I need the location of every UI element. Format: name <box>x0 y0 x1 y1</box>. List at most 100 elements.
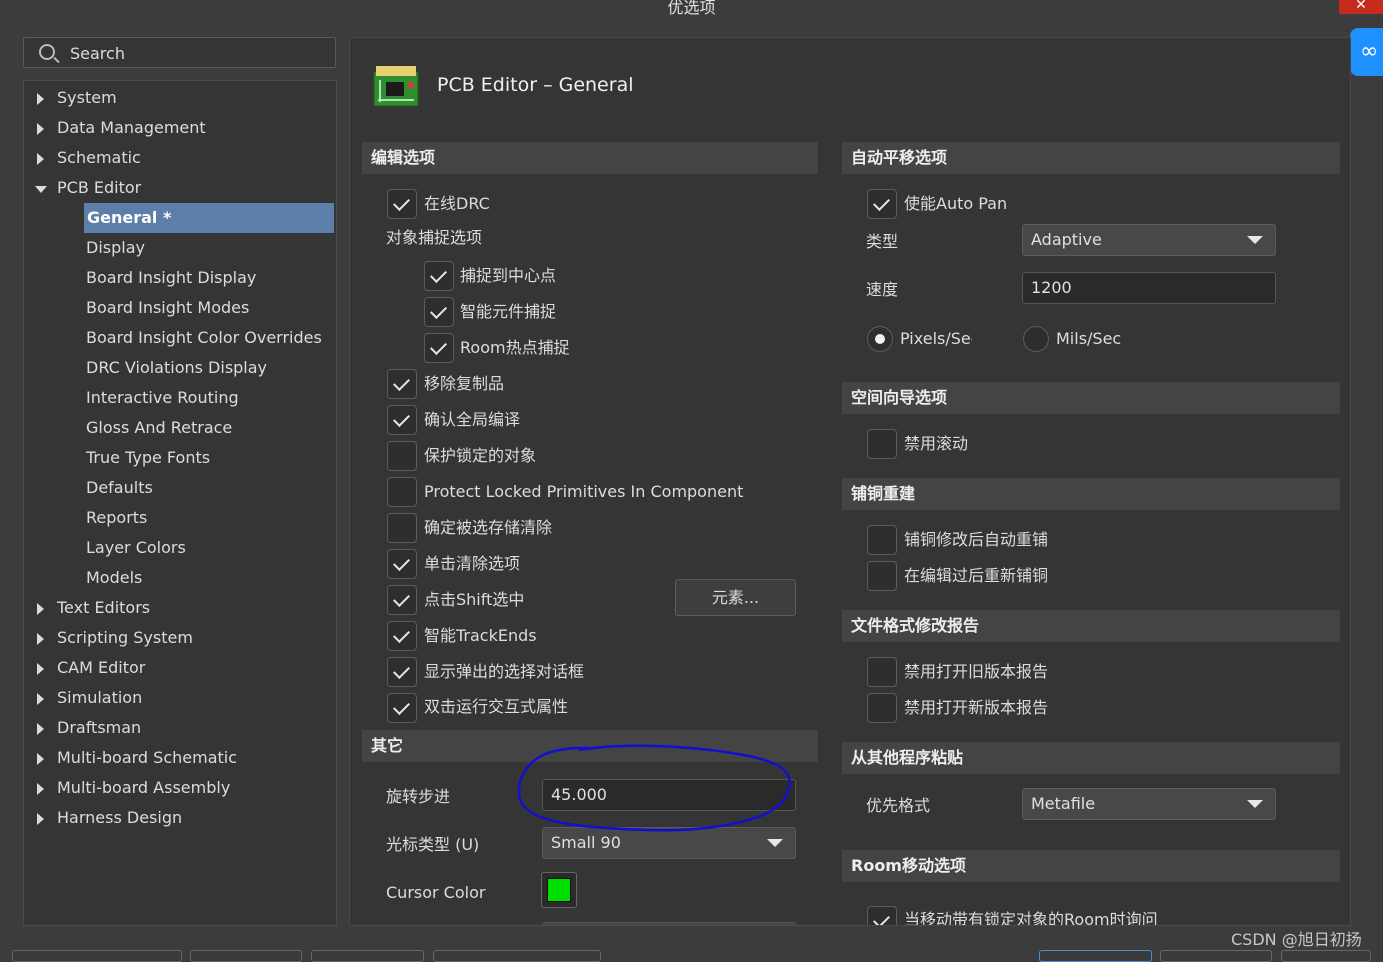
settings-panel: PCB Editor – General 编辑选项 在线DRC 对象捕捉选项 捕… <box>349 37 1351 926</box>
tree-item-label: Multi-board Schematic <box>57 748 238 767</box>
snap-options-label: 对象捕捉选项 <box>386 228 483 247</box>
expand-right-arrow-icon[interactable] <box>37 693 44 705</box>
tree-item[interactable]: Reports <box>24 503 334 533</box>
repour-after-edit-checkbox[interactable] <box>867 561 897 591</box>
expand-right-arrow-icon[interactable] <box>37 663 44 675</box>
tree-item[interactable]: PCB Editor <box>24 173 334 203</box>
tree-item[interactable]: Multi-board Assembly <box>24 773 334 803</box>
online-drc-checkbox[interactable] <box>387 189 417 219</box>
pixels-per-sec-radio[interactable] <box>867 326 893 352</box>
ok-button[interactable] <box>1039 950 1152 962</box>
tree-item[interactable]: Layer Colors <box>24 533 334 563</box>
pcb-board-icon <box>373 66 419 107</box>
disable-old-report-checkbox[interactable] <box>867 657 897 687</box>
autopan-type-label: 类型 <box>866 232 899 251</box>
tree-item[interactable]: Multi-board Schematic <box>24 743 334 773</box>
tree-item-label: Models <box>86 568 143 587</box>
expand-right-arrow-icon[interactable] <box>37 633 44 645</box>
expand-right-arrow-icon[interactable] <box>37 723 44 735</box>
preferences-tree[interactable]: System Data Management Schematic PCB Editor… <box>23 80 337 926</box>
autopan-type-select[interactable]: Adaptive <box>1022 224 1276 256</box>
tree-item[interactable]: Simulation <box>24 683 334 713</box>
bottom-button[interactable] <box>12 950 182 962</box>
elements-button[interactable]: 元素... <box>675 579 796 616</box>
confirm-selection-memory-clear-checkbox[interactable] <box>387 513 417 543</box>
tree-item[interactable]: General * <box>84 203 334 233</box>
tree-item[interactable]: Interactive Routing <box>24 383 334 413</box>
double-click-inspector-checkbox[interactable] <box>387 693 417 723</box>
ask-locked-room-checkbox[interactable] <box>867 906 897 925</box>
tree-item[interactable]: Schematic <box>24 143 334 173</box>
bottom-button[interactable] <box>311 950 424 962</box>
smart-component-snap-checkbox[interactable] <box>424 297 454 327</box>
enable-autopan-checkbox[interactable] <box>867 189 897 219</box>
expand-right-arrow-icon[interactable] <box>37 813 44 825</box>
tree-item[interactable]: Models <box>24 563 334 593</box>
autopan-type-value: Adaptive <box>1031 230 1102 249</box>
remove-duplicates-label: 移除复制品 <box>424 374 505 393</box>
tree-item-label: Layer Colors <box>86 538 186 557</box>
tree-item[interactable]: Display <box>24 233 334 263</box>
expand-down-arrow-icon[interactable] <box>35 186 47 193</box>
tree-item[interactable]: Harness Design <box>24 803 334 833</box>
expand-right-arrow-icon[interactable] <box>37 753 44 765</box>
tree-item[interactable]: Defaults <box>24 473 334 503</box>
smart-component-snap-label: 智能元件捕捉 <box>460 302 557 321</box>
bottom-button[interactable] <box>190 950 302 962</box>
tree-item-label: General * <box>87 208 172 227</box>
click-clears-selection-checkbox[interactable] <box>387 549 417 579</box>
next-field-partial[interactable] <box>542 922 796 925</box>
show-popup-selection-checkbox[interactable] <box>387 657 417 687</box>
mils-per-sec-radio[interactable] <box>1023 326 1049 352</box>
tree-item[interactable]: Draftsman <box>24 713 334 743</box>
tree-item[interactable]: System <box>24 83 334 113</box>
cursor-color-picker[interactable] <box>541 872 577 908</box>
tree-item[interactable]: Board Insight Display <box>24 263 334 293</box>
expand-right-arrow-icon[interactable] <box>37 153 44 165</box>
search-box[interactable] <box>23 37 336 68</box>
tree-item[interactable]: Data Management <box>24 113 334 143</box>
tree-item[interactable]: Board Insight Modes <box>24 293 334 323</box>
snap-center-label: 捕捉到中心点 <box>460 266 557 285</box>
tree-item-label: DRC Violations Display <box>86 358 268 377</box>
expand-right-arrow-icon[interactable] <box>37 603 44 615</box>
tree-item[interactable]: Scripting System <box>24 623 334 653</box>
floating-link-icon[interactable]: ∞ <box>1350 28 1383 76</box>
tree-item[interactable]: CAM Editor <box>24 653 334 683</box>
apply-button[interactable] <box>1281 950 1371 962</box>
preferred-format-select[interactable]: Metafile <box>1022 788 1276 820</box>
tree-item[interactable]: DRC Violations Display <box>24 353 334 383</box>
cancel-button[interactable] <box>1160 950 1272 962</box>
file-format-report-header: 文件格式修改报告 <box>842 610 1340 642</box>
chevron-down-icon <box>1247 800 1263 808</box>
expand-right-arrow-icon[interactable] <box>37 123 44 135</box>
tree-item[interactable]: Board Insight Color Overrides <box>24 323 334 353</box>
tree-item[interactable]: Gloss And Retrace <box>24 413 334 443</box>
shift-click-select-checkbox[interactable] <box>387 585 417 615</box>
preferred-format-value: Metafile <box>1031 794 1096 813</box>
autopan-speed-input[interactable]: 1200 <box>1022 272 1276 304</box>
remove-duplicates-checkbox[interactable] <box>387 369 417 399</box>
snap-center-checkbox[interactable] <box>424 261 454 291</box>
confirm-global-edit-label: 确认全局编译 <box>424 410 521 429</box>
disable-roll-checkbox[interactable] <box>867 429 897 459</box>
protect-locked-checkbox[interactable] <box>387 441 417 471</box>
tree-item-label: Interactive Routing <box>86 388 239 407</box>
tree-item-label: Reports <box>86 508 148 527</box>
repour-after-modify-checkbox[interactable] <box>867 525 897 555</box>
search-input[interactable] <box>70 41 320 65</box>
close-button[interactable]: ✕ <box>1339 0 1383 14</box>
confirm-global-edit-checkbox[interactable] <box>387 405 417 435</box>
smart-track-ends-checkbox[interactable] <box>387 621 417 651</box>
room-hotspot-snap-checkbox[interactable] <box>424 333 454 363</box>
tree-item[interactable]: True Type Fonts <box>24 443 334 473</box>
online-drc-label: 在线DRC <box>424 194 490 213</box>
bottom-button[interactable] <box>433 950 601 962</box>
expand-right-arrow-icon[interactable] <box>37 783 44 795</box>
expand-right-arrow-icon[interactable] <box>37 93 44 105</box>
tree-item-label: Scripting System <box>57 628 193 647</box>
disable-new-report-checkbox[interactable] <box>867 693 897 723</box>
tree-item[interactable]: Text Editors <box>24 593 334 623</box>
protect-locked-primitives-checkbox[interactable] <box>387 477 417 507</box>
edit-options-header: 编辑选项 <box>362 142 818 174</box>
